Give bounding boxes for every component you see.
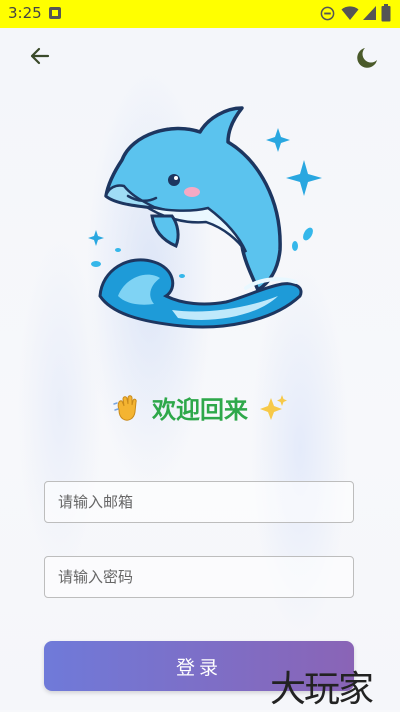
welcome-title: 欢迎回来 [152, 396, 248, 424]
waving-hand-icon [113, 394, 137, 421]
sparkles-icon [260, 394, 288, 420]
dnd-icon [320, 6, 335, 21]
email-field[interactable] [44, 481, 354, 523]
wifi-icon [341, 6, 359, 20]
status-bar: 3:25 [0, 0, 400, 28]
password-field[interactable] [44, 556, 354, 598]
dolphin-illustration [88, 106, 322, 329]
welcome-heading: 欢迎回来 [0, 390, 400, 425]
signal-icon [363, 6, 376, 20]
email-input[interactable] [45, 482, 353, 522]
notification-icon [49, 7, 61, 19]
battery-icon [381, 4, 391, 22]
arrow-left-icon[interactable] [26, 42, 54, 70]
watermark: 大玩家 [270, 669, 374, 710]
status-time: 3:25 [8, 4, 42, 22]
password-input[interactable] [45, 557, 353, 597]
moon-icon[interactable] [354, 45, 380, 71]
